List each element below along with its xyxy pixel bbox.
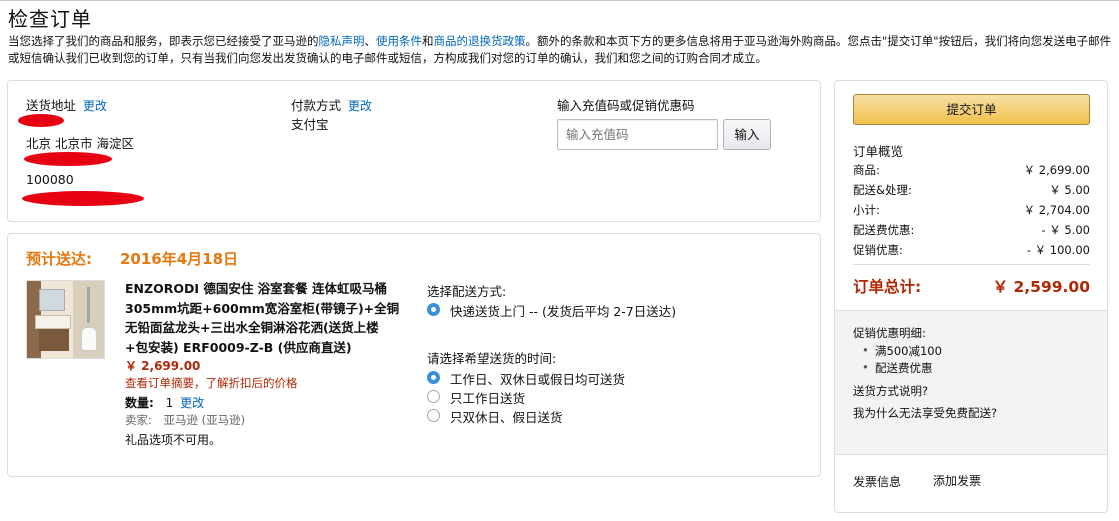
seller-label: 卖家: [125, 413, 152, 427]
order-total-label: 订单总计: [853, 278, 922, 296]
product-image-cabinet [39, 329, 69, 351]
product-price: ￥ 2,699.00 [125, 359, 201, 373]
delivery-time-label-weekdays[interactable]: 只工作日送货 [450, 388, 525, 407]
delivery-time-radio-weekends[interactable] [427, 409, 440, 422]
shipping-address-heading: 送货地址 更改 [26, 95, 107, 114]
summary-row-shipping-discount: 配送费优惠: - ￥ 5.00 [853, 222, 1090, 238]
product-image-mirror [39, 289, 65, 311]
redacted-name [18, 114, 64, 127]
product-image[interactable] [26, 280, 105, 359]
add-invoice-link[interactable]: 添加发票 [933, 472, 981, 489]
change-payment-link[interactable]: 更改 [348, 99, 372, 113]
product-image-sink [35, 315, 71, 329]
place-order-button[interactable]: 提交订单 [853, 94, 1090, 125]
summary-value: ￥ 5.00 [1049, 183, 1090, 197]
delivery-time-radio-any[interactable] [427, 371, 440, 384]
delivery-time-label-any[interactable]: 工作日、双休日或假日均可送货 [450, 369, 625, 388]
delivery-time-radio-weekdays[interactable] [427, 390, 440, 403]
summary-label: 配送费优惠: [853, 223, 915, 237]
shipping-method-heading: 选择配送方式: [427, 284, 507, 299]
free-shipping-faq-link[interactable]: 我为什么无法享受免费配送? [853, 405, 997, 421]
quantity-row: 数量: 1 更改 [125, 394, 204, 411]
notice-text: 当您选择了我们的商品和服务，即表示您已经接受了亚马逊的 [8, 34, 319, 48]
estimated-delivery-date: 2016年4月18日 [120, 250, 239, 268]
shipping-info-link[interactable]: 送货方式说明? [853, 383, 928, 399]
address-zip: 100080 [26, 172, 74, 187]
summary-value: - ￥ 100.00 [1026, 243, 1090, 257]
terms-of-use-link[interactable]: 使用条件 [376, 34, 422, 48]
gift-options-note: 礼品选项不可用。 [125, 433, 222, 447]
product-image-shower [87, 287, 90, 323]
discount-note: 查看订单摘要，了解折扣后的价格 [125, 376, 298, 390]
summary-label: 小计: [853, 203, 880, 217]
summary-heading: 订单概览 [853, 144, 904, 159]
quantity-label: 数量: [125, 396, 154, 410]
payment-method-value: 支付宝 [291, 117, 329, 132]
delivery-time-heading: 请选择希望送货的时间: [427, 351, 557, 366]
shipping-method-label[interactable]: 快递送货上门 -- (发货后平均 2-7日送达) [450, 301, 676, 320]
privacy-link[interactable]: 隐私声明 [319, 34, 365, 48]
redacted-phone [22, 191, 144, 206]
product-title: ENZORODI 德国安住 浴室套餐 连体虹吸马桶305mm坑距+600mm宽浴… [125, 279, 400, 357]
promotion-details-heading: 促销优惠明细: [853, 326, 926, 340]
apply-coupon-button[interactable]: 输入 [723, 119, 771, 150]
top-divider [0, 0, 1119, 1]
payment-method-heading: 付款方式 更改 [291, 95, 372, 114]
quantity-value: 1 [165, 396, 174, 410]
change-address-link[interactable]: 更改 [83, 99, 107, 113]
notice-text: 和 [422, 34, 434, 48]
summary-row-shipping: 配送&处理: ￥ 5.00 [853, 182, 1090, 198]
summary-label: 促销优惠: [853, 243, 903, 257]
summary-row-subtotal: 小计: ￥ 2,704.00 [853, 202, 1090, 218]
order-total-row: 订单总计: ￥ 2,599.00 [853, 275, 1090, 297]
summary-row-promotion: 促销优惠: - ￥ 100.00 [853, 242, 1090, 258]
promotion-item-2: 配送费优惠 [875, 361, 933, 375]
page-title: 检查订单 [8, 7, 92, 31]
seller-value: 亚马逊 (亚马逊) [163, 413, 246, 427]
summary-label: 配送&处理: [853, 183, 912, 197]
notice-text: 、 [364, 34, 377, 48]
promotion-item-1: 满500减100 [875, 344, 942, 358]
payment-heading-label: 付款方式 [291, 98, 342, 113]
estimated-delivery-label: 预计送达: [26, 250, 92, 268]
delivery-time-label-weekends[interactable]: 只双休日、假日送货 [450, 407, 563, 426]
summary-row-items: 商品: ￥ 2,699.00 [853, 162, 1090, 178]
coupon-code-input[interactable] [557, 119, 718, 150]
shipping-method-radio[interactable] [427, 303, 440, 316]
invoice-label: 发票信息 [853, 475, 902, 489]
summary-label: 商品: [853, 163, 880, 177]
order-total-value: ￥ 2,599.00 [992, 278, 1090, 296]
summary-value: - ￥ 5.00 [1041, 223, 1090, 237]
product-brand: ENZORODI [125, 281, 199, 296]
bullet-icon: • [862, 343, 869, 357]
return-policy-link[interactable]: 商品的退换货政策 [434, 34, 526, 48]
coupon-heading: 输入充值码或促销优惠码 [557, 98, 695, 113]
seller-row: 卖家: 亚马逊 (亚马逊) [125, 412, 245, 428]
address-city: 北京 北京市 海淀区 [26, 136, 134, 151]
address-heading-label: 送货地址 [26, 98, 77, 113]
product-image-toilet [81, 327, 97, 351]
summary-value: ￥ 2,699.00 [1023, 163, 1090, 177]
change-quantity-link[interactable]: 更改 [180, 396, 204, 410]
bullet-icon: • [862, 360, 869, 374]
summary-value: ￥ 2,704.00 [1023, 203, 1090, 217]
summary-divider [853, 264, 1090, 265]
terms-notice: 当您选择了我们的商品和服务，即表示您已经接受了亚马逊的隐私声明、使用条件和商品的… [8, 33, 1114, 67]
redacted-street [24, 152, 112, 166]
